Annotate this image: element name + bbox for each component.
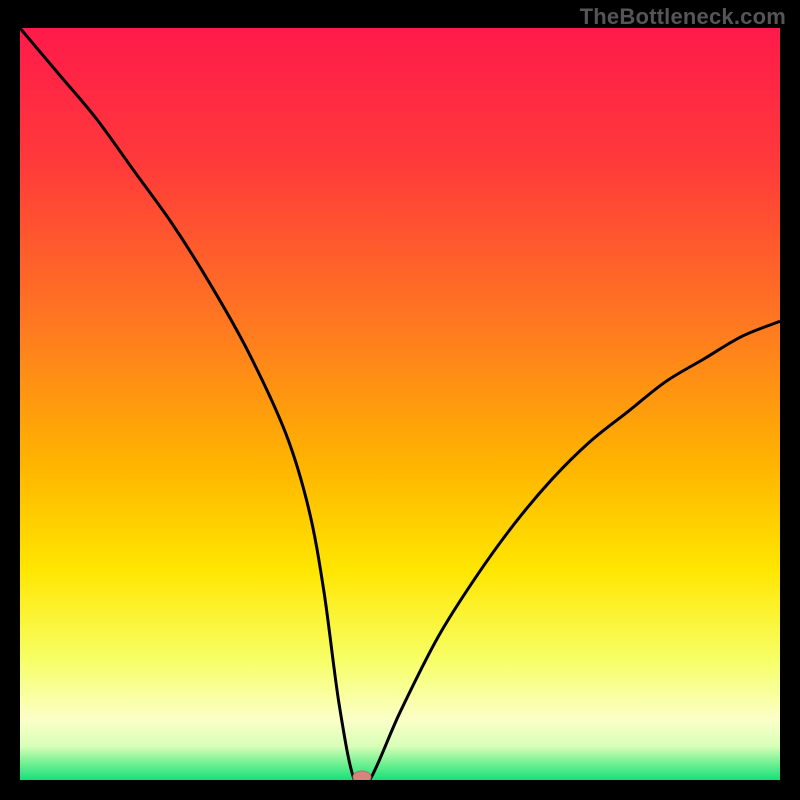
gradient-background: [20, 28, 780, 780]
optimum-marker: [353, 771, 371, 780]
watermark-text: TheBottleneck.com: [580, 4, 786, 30]
plot-area: [20, 28, 780, 780]
bottleneck-chart: [20, 28, 780, 780]
chart-frame: TheBottleneck.com: [0, 0, 800, 800]
